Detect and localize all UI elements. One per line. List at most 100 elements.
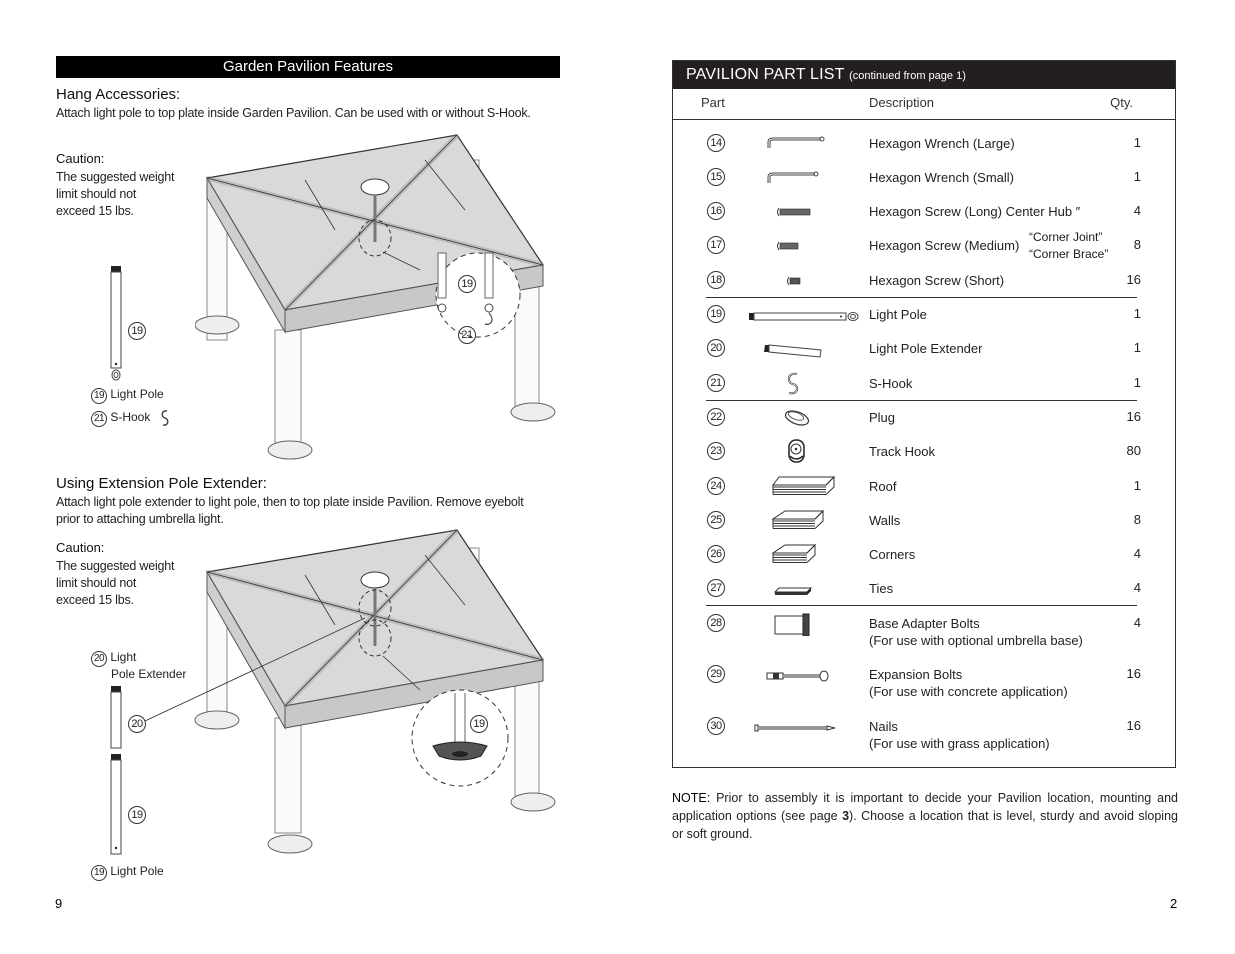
s-hook-icon bbox=[161, 410, 169, 426]
extension-pole-heading: Using Extension Pole Extender: bbox=[56, 475, 267, 492]
part-qty: 4 bbox=[1133, 546, 1141, 561]
part-number: 17 bbox=[707, 236, 725, 254]
part-qty: 1 bbox=[1133, 169, 1141, 184]
part-row: 17 Hexagon Screw (Medium) “Corner Joint”… bbox=[673, 228, 1175, 262]
legend-label: Light Pole bbox=[110, 864, 164, 878]
part-qty: 1 bbox=[1133, 375, 1141, 390]
part-description: Nails (For use with grass application) bbox=[869, 718, 1050, 752]
part-description: Hexagon Screw (Short) bbox=[869, 273, 1005, 288]
part-row: 20 Light Pole Extender 1 bbox=[673, 331, 1175, 365]
part-number: 20 bbox=[707, 339, 725, 357]
part-row: 15 Hexagon Wrench (Small) 1 bbox=[673, 160, 1175, 194]
part-row: 29 Expansion Bolts (For use with concrete… bbox=[673, 657, 1175, 707]
callout-20: 20 bbox=[128, 715, 146, 733]
extension-pole-body: Attach light pole extender to light pole… bbox=[56, 495, 524, 526]
part-description-main: Nails bbox=[869, 719, 898, 734]
part-row: 28 Base Adapter Bolts (For use with optio… bbox=[673, 606, 1175, 656]
pole-and-extender-illustration bbox=[110, 686, 122, 855]
legend-number: 21 bbox=[91, 411, 107, 428]
legend-label: Light Pole bbox=[110, 387, 164, 401]
part-qty: 16 bbox=[1126, 272, 1141, 287]
caution-line: The suggested weight bbox=[56, 170, 175, 184]
light-pole-extender-icon bbox=[764, 344, 822, 358]
hex-wrench-large-icon bbox=[767, 136, 825, 148]
assembly-note: NOTE: Prior to assembly it is important … bbox=[672, 789, 1178, 843]
column-header-part: Part bbox=[701, 95, 725, 110]
page-number-right: 2 bbox=[1170, 896, 1178, 911]
part-row: 19 Light Pole 1 bbox=[673, 297, 1175, 331]
part-row: 24 Roof 1 bbox=[673, 469, 1175, 503]
part-number: 30 bbox=[707, 717, 725, 735]
caution-text: The suggested weight limit should not ex… bbox=[56, 169, 175, 220]
part-description-main: Expansion Bolts bbox=[869, 667, 963, 682]
corner-panels-icon bbox=[771, 543, 817, 563]
part-number: 23 bbox=[707, 442, 725, 460]
base-adapter-bolt-icon bbox=[774, 613, 810, 636]
part-description: Track Hook bbox=[869, 444, 935, 459]
part-list-title: PAVILION PART LIST bbox=[686, 66, 845, 83]
pavilion-illustration-hang bbox=[195, 133, 556, 460]
column-header-description: Description bbox=[869, 95, 935, 110]
expansion-bolt-icon bbox=[766, 670, 829, 682]
legend-number: 20 bbox=[91, 651, 107, 667]
part-number: 28 bbox=[707, 614, 725, 632]
hex-screw-short-icon bbox=[787, 276, 801, 286]
part-description: Walls bbox=[869, 513, 901, 528]
note-page-ref: 3 bbox=[842, 809, 850, 823]
callout-19: 19 bbox=[128, 322, 146, 340]
part-qty: 1 bbox=[1133, 340, 1141, 355]
part-number: 25 bbox=[707, 511, 725, 529]
part-description: Hexagon Screw (Medium) bbox=[869, 238, 1020, 253]
wall-panels-icon bbox=[771, 509, 825, 529]
part-row: 26 Corners 4 bbox=[673, 537, 1175, 571]
part-list-table: PAVILION PART LIST (continued from page … bbox=[672, 60, 1176, 768]
legend-label: S-Hook bbox=[110, 410, 151, 425]
part-row: 21 S-Hook 1 bbox=[673, 366, 1175, 400]
legend-label: Light bbox=[110, 650, 137, 664]
caution-title: Caution: bbox=[56, 151, 105, 166]
part-row: 22 Plug 16 bbox=[673, 400, 1175, 434]
section-banner: Garden Pavilion Features bbox=[56, 56, 560, 78]
callout-21: 21 bbox=[458, 326, 476, 344]
part-description: Light Pole bbox=[869, 307, 927, 322]
callout-19: 19 bbox=[470, 715, 488, 733]
part-description: Expansion Bolts (For use with concrete ap… bbox=[869, 666, 1068, 700]
callout-19: 19 bbox=[128, 806, 146, 824]
ties-icon bbox=[773, 587, 813, 595]
part-qty: 16 bbox=[1126, 666, 1141, 681]
part-number: 24 bbox=[707, 477, 725, 495]
legend-number: 19 bbox=[91, 865, 107, 881]
part-qty: 4 bbox=[1133, 615, 1141, 630]
hang-accessories-heading: Hang Accessories: bbox=[56, 86, 181, 103]
part-number: 19 bbox=[707, 305, 725, 323]
part-list-subtitle: (continued from page 1) bbox=[849, 70, 966, 82]
part-row: 25 Walls 8 bbox=[673, 503, 1175, 537]
part-qty: 8 bbox=[1133, 237, 1141, 252]
part-list-header: PAVILION PART LIST (continued from page … bbox=[673, 61, 1175, 89]
part-qty: 80 bbox=[1126, 443, 1141, 458]
pavilion-illustration-extender bbox=[145, 528, 556, 854]
page-number-left: 9 bbox=[55, 896, 63, 911]
caution-line: limit should not bbox=[56, 187, 137, 201]
part-qty: 4 bbox=[1133, 203, 1141, 218]
part-note: “Corner Brace” bbox=[1029, 247, 1109, 261]
part-description: Hexagon Wrench (Large) bbox=[869, 136, 1015, 151]
part-description: Hexagon Wrench (Small) bbox=[869, 170, 1014, 185]
part-row: 16 Hexagon Screw (Long) Center Hub ″ 4 bbox=[673, 194, 1175, 228]
part-description: Ties bbox=[869, 581, 894, 596]
part-qty: 1 bbox=[1133, 306, 1141, 321]
part-qty: 1 bbox=[1133, 478, 1141, 493]
column-header-qty: Qty. bbox=[1110, 95, 1133, 110]
part-row: 18 Hexagon Screw (Short) 16 bbox=[673, 263, 1175, 297]
legend-number: 19 bbox=[91, 388, 107, 404]
part-description: Base Adapter Bolts (For use with optional… bbox=[869, 615, 1083, 649]
part-note: “Corner Joint” bbox=[1029, 230, 1103, 244]
legend-light-pole: 19 Light Pole bbox=[91, 864, 164, 881]
part-number: 14 bbox=[707, 134, 725, 152]
part-description-note: (For use with optional umbrella base) bbox=[869, 633, 1083, 648]
part-description: Roof bbox=[869, 479, 897, 494]
part-description-note: (For use with grass application) bbox=[869, 736, 1050, 751]
s-hook-icon bbox=[787, 372, 799, 395]
callout-19: 19 bbox=[458, 275, 476, 293]
hex-screw-medium-icon bbox=[777, 241, 799, 251]
